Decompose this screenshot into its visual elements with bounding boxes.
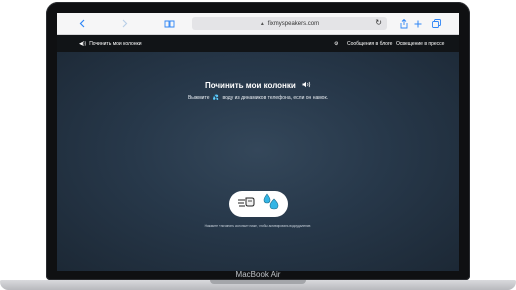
lock-icon: ▲ <box>259 20 265 27</box>
settings-icon[interactable]: ⚙ <box>334 41 338 47</box>
speaker-icon <box>302 81 311 90</box>
blow-icon[interactable] <box>237 195 257 214</box>
water-eject-icon[interactable] <box>262 192 280 216</box>
back-icon[interactable] <box>77 17 87 30</box>
site-logo-text: Починить мои колонки <box>89 40 142 47</box>
nav-press-link[interactable]: Освещение в прессе <box>396 41 444 47</box>
page-title: Починить мои колонки <box>57 81 459 90</box>
page-subtitle: Выжмите 💦 воду из динамиков телефона, ес… <box>57 95 459 101</box>
speaker-icon: ◀)) <box>79 40 87 47</box>
laptop-notch <box>210 280 306 284</box>
site-logo[interactable]: ◀)) Починить мои колонки <box>79 41 142 47</box>
subtitle-part-1: Выжмите <box>187 95 210 101</box>
nav-blog-link[interactable]: Сообщения в блоге <box>347 41 392 47</box>
subtitle-part-2: воду из динамиков телефона, если он намо… <box>222 95 329 101</box>
book-icon[interactable] <box>163 17 175 30</box>
browser-toolbar: ▲ fixmyspeakers.com ↻ <box>57 13 459 35</box>
water-drops-icon: 💦 <box>212 95 220 101</box>
tabs-icon[interactable] <box>431 17 441 30</box>
reload-icon[interactable]: ↻ <box>375 18 382 27</box>
device-brand-label: MacBook Air <box>235 270 281 279</box>
instruction-hint: Нажмите «починить колонки» ниже, чтобы а… <box>204 224 312 228</box>
fix-speakers-control <box>229 191 288 217</box>
laptop-screen: ▲ fixmyspeakers.com ↻ ◀)) Починить мои к… <box>57 13 459 271</box>
page-title-text: Починить мои колонки <box>204 81 296 90</box>
plus-icon[interactable] <box>413 17 423 30</box>
main-content: Починить мои колонки Выжмите 💦 воду из д… <box>57 52 459 271</box>
forward-icon[interactable] <box>120 17 130 30</box>
url-text: fixmyspeakers.com <box>267 20 320 27</box>
site-nav: ◀)) Починить мои колонки ⚙ Сообщения в б… <box>57 35 459 52</box>
share-icon[interactable] <box>399 17 409 30</box>
address-bar[interactable]: ▲ fixmyspeakers.com ↻ <box>192 17 387 30</box>
